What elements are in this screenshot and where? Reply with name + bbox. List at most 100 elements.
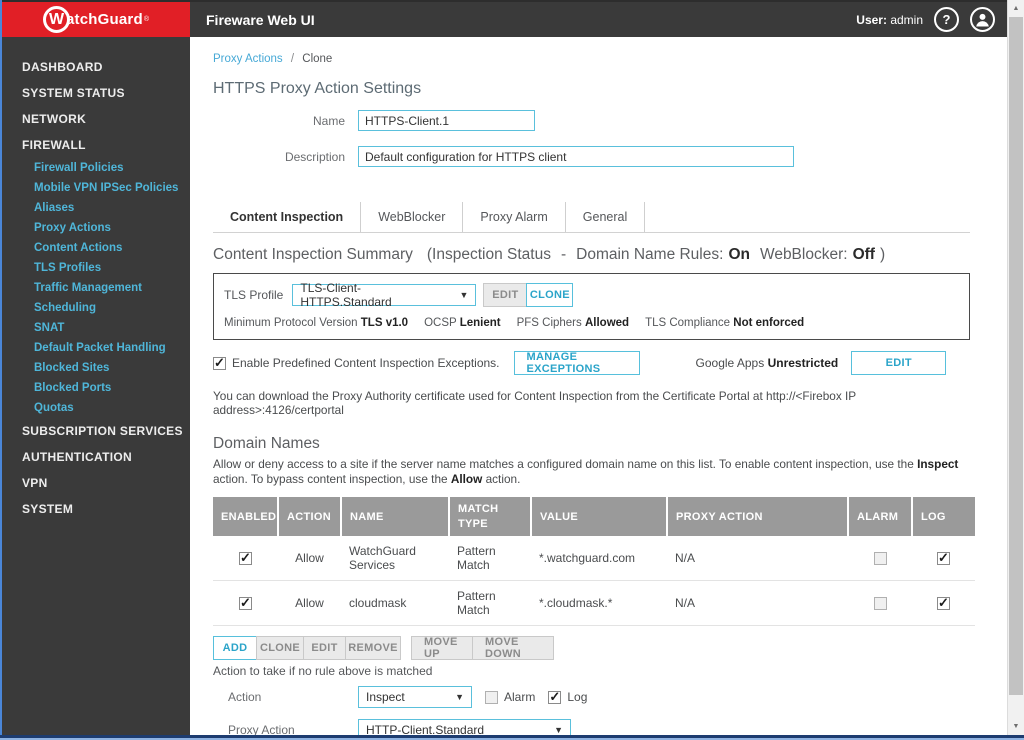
sidebar-item-tls-profiles[interactable]: TLS Profiles [2,258,190,278]
scrollbar-down-icon[interactable]: ▼ [1008,718,1024,735]
remove-button[interactable]: REMOVE [345,636,401,661]
row2-name: cloudmask [341,580,449,627]
google-apps-label: Google Apps [695,356,765,370]
scrollbar-up-icon[interactable]: ▲ [1008,0,1024,17]
row2-log-checkbox[interactable] [937,595,950,611]
summary-heading-text: Content Inspection Summary [213,246,413,263]
inspection-status-open: (Inspection Status [426,246,551,263]
log-checkbox-label: Log [567,690,588,705]
table-row-watchguard-services[interactable]: Allow WatchGuard Services Pattern Match … [213,536,975,582]
move-down-button[interactable]: MOVE DOWN [472,636,554,661]
sidebar-item-network[interactable]: NETWORK [2,106,190,132]
sidebar-item-default-packet-handling[interactable]: Default Packet Handling [2,338,190,358]
dropdown-caret-icon: ▼ [459,290,469,300]
table-row-cloudmask[interactable]: Allow cloudmask Pattern Match *.cloudmas… [213,580,975,627]
sidebar-item-system[interactable]: SYSTEM [2,496,190,522]
window-frame-left [0,0,2,740]
person-icon [976,13,989,27]
row1-alarm-checkbox[interactable] [873,552,887,566]
google-apps-edit-button[interactable]: EDIT [851,351,947,375]
sidebar-item-dashboard[interactable]: DASHBOARD [2,54,190,80]
sidebar-item-proxy-actions[interactable]: Proxy Actions [2,218,190,238]
name-input[interactable]: HTTPS-Client.1 [358,110,535,131]
add-button[interactable]: ADD [213,636,257,661]
google-apps-status: Google Apps Unrestricted [696,356,839,370]
sidebar-item-authentication[interactable]: AUTHENTICATION [2,444,190,470]
registered-mark: ® [143,16,149,23]
tls-profile-select[interactable]: TLS-Client-HTTPS.Standard ▼ [292,281,477,309]
sidebar-item-firewall[interactable]: FIREWALL [2,132,190,158]
min-protocol-value: TLS v1.0 [360,317,409,329]
user-name: admin [890,12,923,27]
tls-profile-details: Minimum Protocol Version TLS v1.0 OCSP L… [224,317,959,329]
row1-match-type: Pattern Match [449,536,531,582]
breadcrumb-proxy-actions-link[interactable]: Proxy Actions [213,53,283,65]
window-frame-bottom [0,735,1024,740]
proxy-action-select[interactable]: HTTP-Client.Standard ▼ [358,719,571,735]
col-action: ACTION [278,497,342,537]
window-frame-top [0,0,1024,2]
pfs-ciphers-label: PFS Ciphers [516,317,582,329]
predefined-exceptions-checkbox[interactable] [213,355,226,371]
row1-action: Allow [278,536,341,582]
main-content: Proxy Actions / Clone HTTPS Proxy Action… [190,37,1007,735]
ocsp-label: OCSP [424,317,457,329]
description-input[interactable]: Default configuration for HTTPS client [358,146,794,167]
row2-match-type: Pattern Match [449,580,531,627]
domain-name-rules-value: On [728,246,750,263]
webblocker-status-label: WebBlocker: [759,246,848,263]
sidebar-item-mobile-vpn-ipsec-policies[interactable]: Mobile VPN IPSec Policies [2,178,190,198]
alarm-checkbox[interactable] [485,690,498,704]
webblocker-status-value: Off [852,246,875,263]
sidebar-item-subscription-services[interactable]: SUBSCRIPTION SERVICES [2,418,190,444]
sidebar-item-firewall-policies[interactable]: Firewall Policies [2,158,190,178]
tab-general[interactable]: General [566,202,646,232]
scrollbar-thumb[interactable] [1009,17,1023,695]
sidebar-item-blocked-ports[interactable]: Blocked Ports [2,378,190,398]
row2-alarm-checkbox[interactable] [873,597,887,611]
row1-enabled-checkbox[interactable] [239,550,252,566]
tab-proxy-alarm[interactable]: Proxy Alarm [463,202,566,232]
sidebar-item-vpn[interactable]: VPN [2,470,190,496]
dropdown-caret-icon: ▼ [554,725,563,735]
sidebar-item-system-status[interactable]: SYSTEM STATUS [2,80,190,106]
action-select[interactable]: Inspect ▼ [358,686,472,709]
sidebar-item-quotas[interactable]: Quotas [2,398,190,418]
row2-enabled-checkbox[interactable] [239,595,252,611]
edit-button[interactable]: EDIT [303,636,346,661]
proxy-action-label: Proxy Action [228,723,295,735]
help-icon[interactable]: ? [934,7,959,32]
col-name: NAME [341,497,450,537]
sidebar-item-traffic-management[interactable]: Traffic Management [2,278,190,298]
sidebar-nav: DASHBOARD SYSTEM STATUS NETWORK FIREWALL… [2,37,190,735]
sidebar-item-snat[interactable]: SNAT [2,318,190,338]
tab-webblocker[interactable]: WebBlocker [361,202,464,232]
sidebar-item-aliases[interactable]: Aliases [2,198,190,218]
col-log: LOG [912,497,975,537]
content-inspection-summary-heading: Content Inspection Summary (Inspection S… [213,246,987,264]
row2-value: *.cloudmask.* [531,580,667,627]
clone-button[interactable]: CLONE [256,636,304,661]
action-label: Action [228,690,262,705]
breadcrumb-current: Clone [302,53,333,65]
row1-name: WatchGuard Services [341,536,449,582]
tab-content-inspection[interactable]: Content Inspection [213,202,362,232]
domain-name-rules-label: Domain Name Rules: [576,246,724,263]
move-up-button[interactable]: MOVE UP [411,636,473,661]
sidebar-item-blocked-sites[interactable]: Blocked Sites [2,358,190,378]
sidebar-item-scheduling[interactable]: Scheduling [2,298,190,318]
tls-edit-button[interactable]: EDIT [483,283,528,307]
row1-log-checkbox[interactable] [937,550,950,566]
inspection-status-close: ) [879,246,886,263]
manage-exceptions-button[interactable]: MANAGE EXCEPTIONS [513,351,640,375]
inspection-status-dash: - [560,246,567,263]
tls-clone-button[interactable]: CLONE [526,283,574,307]
vertical-scrollbar[interactable]: ▲ ▼ [1007,0,1024,735]
log-checkbox[interactable] [548,689,562,705]
row1-proxy-action: N/A [667,536,848,582]
breadcrumb-separator: / [290,53,295,65]
sidebar-item-content-actions[interactable]: Content Actions [2,238,190,258]
proxy-action-selected-value: HTTP-Client.Standard [366,723,485,735]
account-icon[interactable] [970,7,995,32]
tls-profile-selected-value: TLS-Client-HTTPS.Standard [300,281,392,309]
